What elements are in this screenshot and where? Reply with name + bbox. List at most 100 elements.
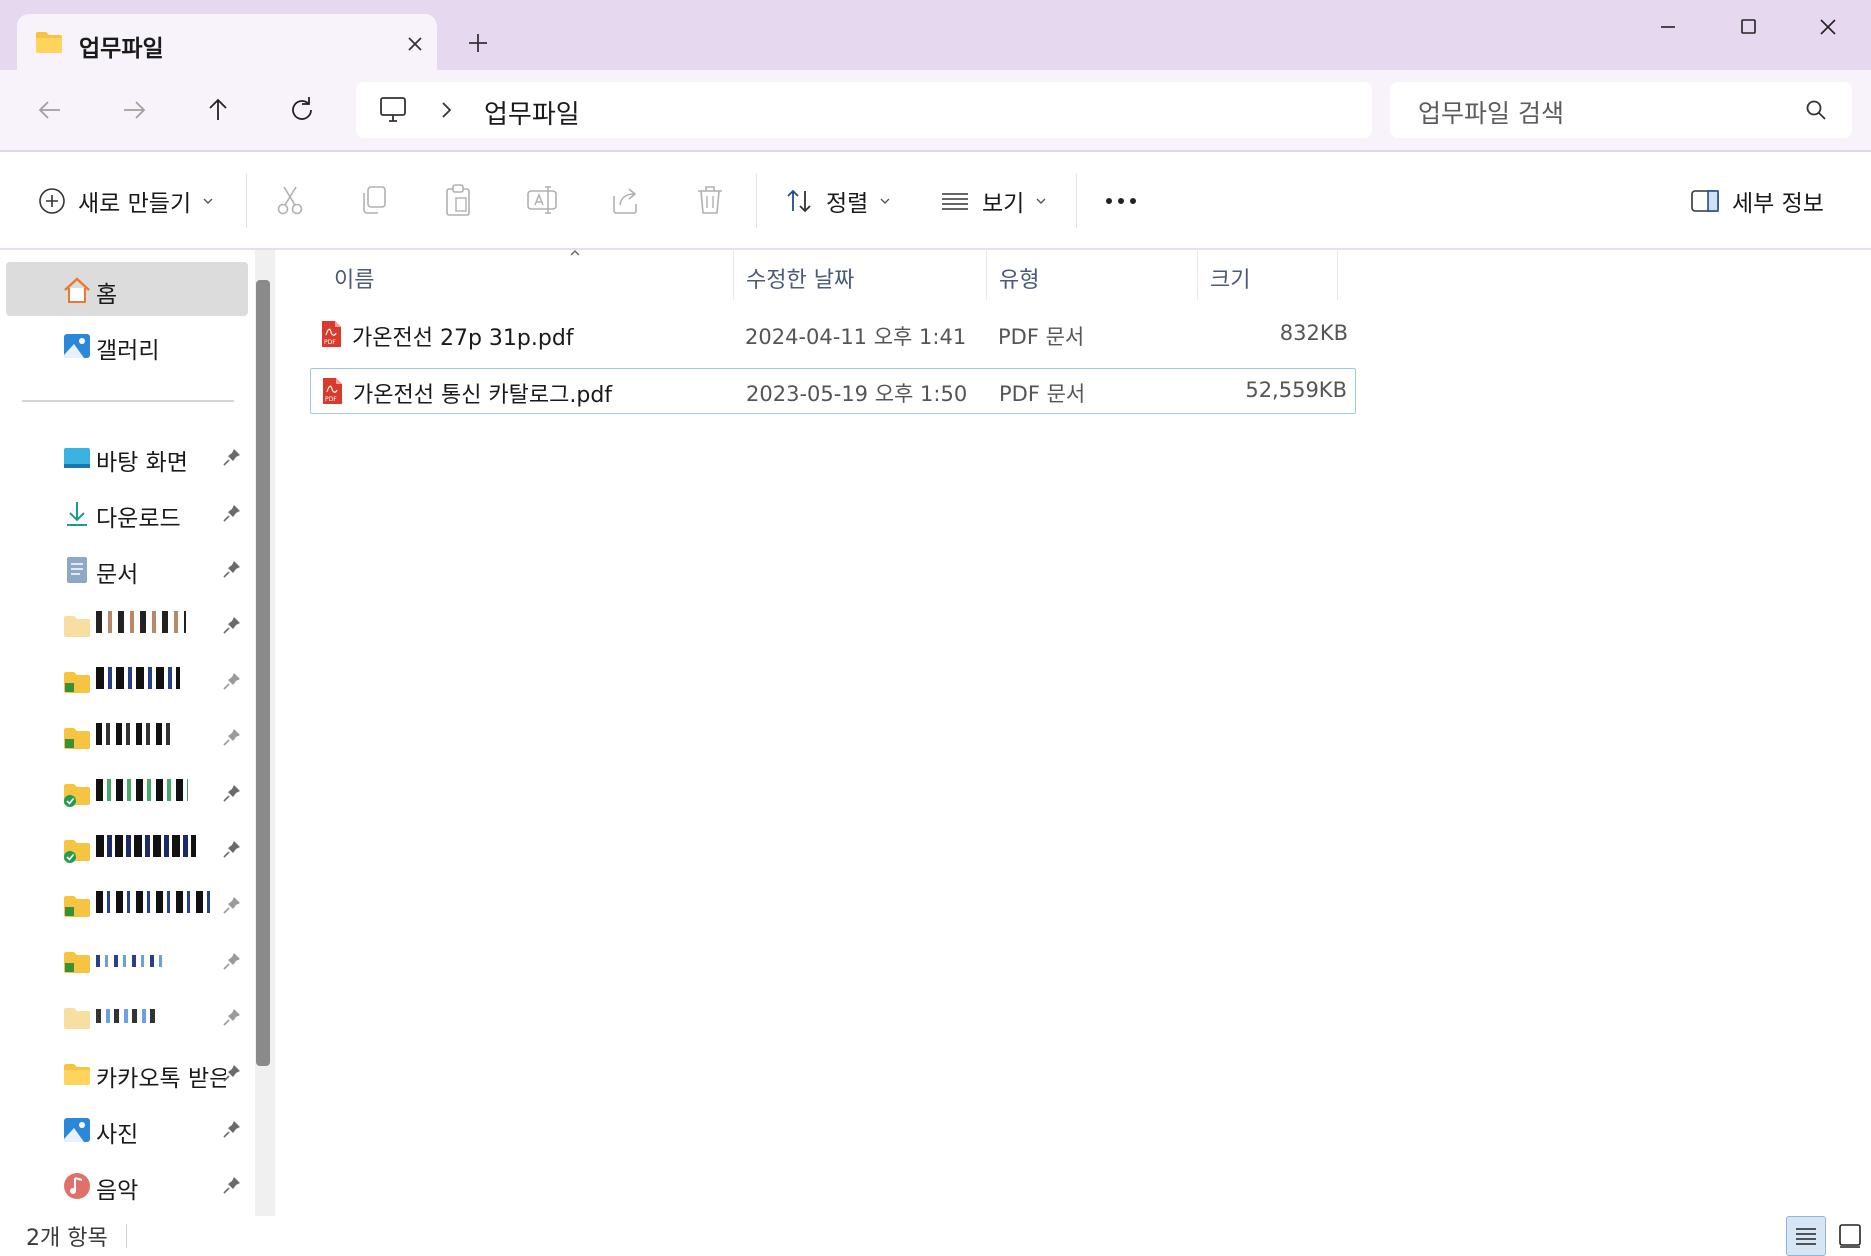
pin-icon[interactable] (222, 1175, 242, 1195)
details-pane-button[interactable]: 세부 정보 (1690, 176, 1824, 226)
pin-icon[interactable] (222, 895, 242, 915)
sort-label: 정렬 (826, 191, 869, 217)
tab-active[interactable]: 업무파일 (17, 14, 437, 72)
more-options-button[interactable] (1104, 176, 1138, 226)
pin-icon[interactable] (222, 1063, 242, 1083)
breadcrumb-current-folder[interactable]: 업무파일 (484, 94, 580, 131)
address-bar[interactable]: 업무파일 (356, 82, 1372, 138)
sidebar-item-pinned-folder[interactable] (6, 878, 248, 932)
pin-icon[interactable] (222, 951, 242, 971)
pin-icon[interactable] (222, 839, 242, 859)
search-box[interactable]: 업무파일 검색 (1390, 82, 1852, 138)
toolbar-divider (246, 174, 247, 228)
sidebar-item-home[interactable]: 홈 (6, 262, 248, 316)
sidebar-item-kakaotalk[interactable]: 카카오톡 받은 (6, 1046, 248, 1100)
folder-synced-icon (62, 835, 92, 865)
pin-icon[interactable] (222, 503, 242, 523)
chevron-right-icon[interactable] (436, 99, 456, 121)
pdf-file-icon: PDF (320, 320, 342, 348)
sidebar-scrollbar-thumb[interactable] (256, 280, 270, 1066)
pin-icon[interactable] (222, 783, 242, 803)
pin-icon[interactable] (222, 1007, 242, 1027)
sidebar-item-label: 사진 (96, 1122, 139, 1148)
column-header-name[interactable]: 이름 (310, 250, 734, 300)
column-header-type[interactable]: 유형 (987, 250, 1198, 300)
file-row[interactable]: PDF 가온전선 27p 31p.pdf 2024-04-11 오후 1:41 … (310, 312, 1356, 358)
paste-icon[interactable] (440, 182, 476, 218)
sidebar-item-desktop[interactable]: 바탕 화면 (6, 430, 248, 484)
sidebar-item-downloads[interactable]: 다운로드 (6, 486, 248, 540)
document-icon (62, 555, 92, 585)
sidebar-item-pinned-folder[interactable] (6, 654, 248, 708)
column-name-label: 이름 (334, 268, 375, 293)
svg-text:PDF: PDF (325, 396, 337, 403)
sidebar-item-pinned-folder[interactable] (6, 598, 248, 652)
sidebar-item-pinned-folder[interactable] (6, 934, 248, 988)
sidebar-item-pinned-folder[interactable] (6, 822, 248, 876)
minimize-icon[interactable] (1648, 12, 1688, 42)
sidebar-item-label: 홈 (96, 282, 118, 308)
pin-icon[interactable] (222, 1119, 242, 1139)
folder-icon (62, 723, 92, 753)
computer-icon[interactable] (378, 96, 408, 124)
sidebar-item-label-obscured (96, 947, 226, 973)
search-icon[interactable] (1804, 98, 1828, 122)
sidebar-item-documents[interactable]: 문서 (6, 542, 248, 596)
file-name: 가온전선 27p 31p.pdf (352, 326, 574, 351)
pin-icon[interactable] (222, 671, 242, 691)
file-size: 832KB (1279, 321, 1348, 345)
sidebar-item-pinned-folder[interactable] (6, 766, 248, 820)
file-date: 2023-05-19 오후 1:50 (746, 382, 968, 406)
view-button[interactable]: 보기 (940, 176, 1048, 226)
pin-icon[interactable] (222, 447, 242, 467)
file-name: 가온전선 통신 카탈로그.pdf (353, 383, 613, 408)
forward-arrow-icon[interactable] (116, 92, 152, 128)
details-label: 세부 정보 (1732, 191, 1824, 217)
new-tab-plus-icon[interactable] (465, 30, 491, 56)
cut-icon[interactable] (272, 182, 308, 218)
details-view-toggle-icon[interactable] (1786, 1216, 1826, 1256)
folder-synced-icon (62, 779, 92, 809)
command-bar: 새로 만들기 정렬 보기 세부 정보 (0, 152, 1871, 250)
refresh-icon[interactable] (284, 92, 320, 128)
column-header-date[interactable]: 수정한 날짜 (734, 250, 987, 300)
column-header-size[interactable]: 크기 (1198, 250, 1338, 300)
folder-icon (62, 611, 92, 641)
delete-trash-icon[interactable] (692, 182, 728, 218)
details-pane-icon (1690, 188, 1720, 214)
pin-icon[interactable] (222, 615, 242, 635)
folder-icon (62, 891, 92, 921)
title-bar: 업무파일 (0, 0, 1871, 72)
close-tab-icon[interactable] (403, 32, 427, 56)
back-arrow-icon[interactable] (32, 92, 68, 128)
sidebar-item-pinned-folder[interactable] (6, 710, 248, 764)
sidebar-item-label: 음악 (96, 1178, 139, 1204)
sidebar-item-gallery[interactable]: 갤러리 (6, 318, 248, 372)
navigation-bar: 업무파일 업무파일 검색 (0, 70, 1871, 152)
close-window-icon[interactable] (1808, 12, 1848, 42)
file-row-selected[interactable]: PDF 가온전선 통신 카탈로그.pdf 2023-05-19 오후 1:50 … (310, 368, 1356, 414)
desktop-icon (62, 443, 92, 473)
file-type: PDF 문서 (998, 325, 1085, 349)
chevron-down-icon (201, 196, 215, 206)
status-bar: 2개 항목 (0, 1216, 1871, 1256)
maximize-icon[interactable] (1728, 12, 1768, 42)
navigation-pane: 홈 갤러리 바탕 화면 다운로드 문서 카카오톡 받은 사진 음악 (0, 250, 276, 1216)
pin-icon[interactable] (222, 727, 242, 747)
pictures-icon (62, 1115, 92, 1145)
sidebar-item-pictures[interactable]: 사진 (6, 1102, 248, 1156)
sidebar-item-pinned-folder[interactable] (6, 990, 248, 1044)
status-divider (126, 1224, 127, 1248)
sidebar-item-music[interactable]: 음악 (6, 1158, 248, 1212)
share-icon[interactable] (608, 182, 644, 218)
rename-icon[interactable] (524, 182, 560, 218)
up-arrow-icon[interactable] (200, 92, 236, 128)
pin-icon[interactable] (222, 559, 242, 579)
sort-button[interactable]: 정렬 (784, 176, 892, 226)
chevron-down-icon (878, 196, 892, 206)
copy-icon[interactable] (356, 182, 392, 218)
new-button[interactable]: 새로 만들기 (38, 176, 215, 226)
folder-icon (62, 1003, 92, 1033)
large-icons-view-toggle-icon[interactable] (1830, 1216, 1870, 1256)
sort-up-caret-icon (568, 248, 582, 258)
